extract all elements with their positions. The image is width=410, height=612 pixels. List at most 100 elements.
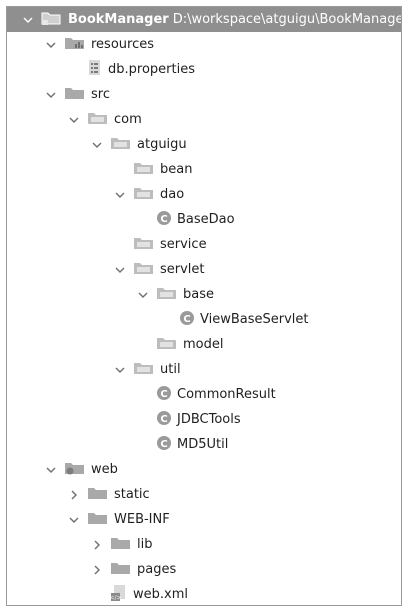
svg-text:C: C [183, 314, 190, 325]
chevron-down-icon[interactable] [21, 13, 35, 27]
tree-node-label: bean [160, 162, 193, 177]
svg-text:C: C [160, 439, 167, 450]
tree-node-web[interactable]: web [7, 457, 401, 482]
tree-node-label: com [114, 112, 142, 127]
tree-node-model[interactable]: model [7, 332, 401, 357]
tree-node-viewbaseservlet[interactable]: C ViewBaseServlet [7, 307, 401, 332]
folder-icon [110, 560, 132, 580]
package-icon [156, 335, 178, 355]
package-icon [156, 285, 178, 305]
tree-node-label: WEB-INF [114, 512, 170, 527]
tree-node-label: service [160, 237, 207, 252]
tree-node-label: base [183, 287, 214, 302]
tree-node-label: web.xml [133, 587, 188, 602]
tree-node-label: atguigu [137, 137, 187, 152]
package-icon [133, 185, 155, 205]
chevron-down-icon[interactable] [113, 188, 127, 202]
package-icon [87, 110, 109, 130]
chevron-right-icon[interactable] [90, 538, 104, 552]
folder-icon [64, 85, 86, 105]
module-path: D:\workspace\atguigu\BookManager [172, 12, 402, 27]
tree-node-label: web [91, 462, 118, 477]
tree-node-commonresult[interactable]: C CommonResult [7, 382, 401, 407]
module-folder-icon [41, 10, 63, 30]
tree-node-label: MD5Util [177, 437, 229, 452]
tree-node-servlet[interactable]: servlet [7, 257, 401, 282]
tree-node-resources[interactable]: resources [7, 32, 401, 57]
chevron-down-icon[interactable] [136, 288, 150, 302]
svg-text:C: C [160, 389, 167, 400]
properties-file-icon [87, 59, 103, 81]
chevron-down-icon[interactable] [90, 138, 104, 152]
resources-folder-icon [64, 35, 86, 55]
tree-node-md5util[interactable]: C MD5Util [7, 432, 401, 457]
folder-icon [110, 535, 132, 555]
tree-node-src[interactable]: src [7, 82, 401, 107]
tree-node-label: pages [137, 562, 177, 577]
chevron-down-icon[interactable] [67, 513, 81, 527]
project-tree-panel: BookManager D:\workspace\atguigu\BookMana… [6, 6, 402, 606]
java-class-icon: C [156, 385, 172, 405]
tree-node-label: db.properties [108, 62, 195, 77]
tree-node-label: BookManager [68, 12, 169, 27]
tree-node-com[interactable]: com [7, 107, 401, 132]
package-icon [133, 260, 155, 280]
package-icon [133, 235, 155, 255]
chevron-down-icon[interactable] [44, 88, 58, 102]
tree-node-db-properties[interactable]: db.properties [7, 57, 401, 82]
tree-node-bean[interactable]: bean [7, 157, 401, 182]
tree-node-static[interactable]: static [7, 482, 401, 507]
tree-node-label: servlet [160, 262, 205, 277]
java-class-icon: C [156, 410, 172, 430]
web-folder-icon [64, 460, 86, 480]
svg-text:</>: </> [110, 594, 122, 601]
project-tree: BookManager D:\workspace\atguigu\BookMana… [7, 7, 401, 606]
tree-node-util[interactable]: util [7, 357, 401, 382]
chevron-down-icon[interactable] [113, 263, 127, 277]
java-class-icon: C [179, 310, 195, 330]
chevron-down-icon[interactable] [44, 38, 58, 52]
tree-node-base[interactable]: base [7, 282, 401, 307]
java-class-icon: C [156, 210, 172, 230]
chevron-right-icon[interactable] [90, 563, 104, 577]
svg-text:C: C [160, 414, 167, 425]
tree-node-lib[interactable]: lib [7, 532, 401, 557]
package-icon [110, 135, 132, 155]
tree-node-dao[interactable]: dao [7, 182, 401, 207]
chevron-down-icon[interactable] [113, 363, 127, 377]
tree-node-label: src [91, 87, 110, 102]
tree-node-label: lib [137, 537, 153, 552]
tree-node-pages[interactable]: pages [7, 557, 401, 582]
tree-node-service[interactable]: service [7, 232, 401, 257]
tree-node-label: JDBCTools [177, 412, 241, 427]
tree-node-jdbctools[interactable]: C JDBCTools [7, 407, 401, 432]
svg-text:C: C [160, 214, 167, 225]
package-icon [133, 360, 155, 380]
tree-node-bookmanager[interactable]: BookManager D:\workspace\atguigu\BookMana… [7, 7, 401, 32]
tree-node-label: util [160, 362, 181, 377]
chevron-right-icon[interactable] [67, 488, 81, 502]
package-icon [133, 160, 155, 180]
tree-node-label: BaseDao [177, 212, 235, 227]
folder-icon [87, 510, 109, 530]
tree-node-label: model [183, 337, 224, 352]
xml-file-icon: </> [109, 584, 128, 606]
tree-node-label: ViewBaseServlet [200, 312, 309, 327]
chevron-down-icon[interactable] [44, 463, 58, 477]
tree-node-basedao[interactable]: C BaseDao [7, 207, 401, 232]
folder-icon [87, 485, 109, 505]
tree-node-web-xml[interactable]: </> web.xml [7, 582, 401, 606]
tree-node-label: dao [160, 187, 185, 202]
chevron-down-icon[interactable] [67, 113, 81, 127]
tree-node-label: resources [91, 37, 155, 52]
tree-node-atguigu[interactable]: atguigu [7, 132, 401, 157]
tree-node-web-inf[interactable]: WEB-INF [7, 507, 401, 532]
